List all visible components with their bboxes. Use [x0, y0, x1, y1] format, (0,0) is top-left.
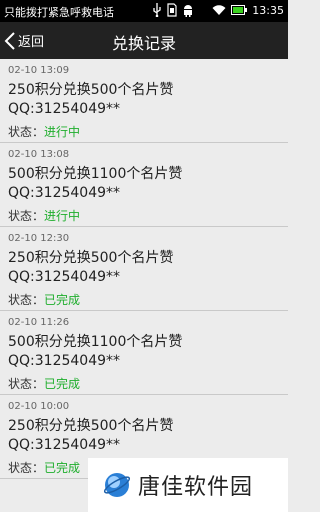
record-qq: QQ:31254049**: [8, 269, 121, 285]
status-label: 状态：: [8, 209, 45, 223]
record-name: 250积分兑换500个名片赞: [8, 418, 174, 434]
record-time: 02-10 12:30: [8, 233, 70, 244]
sim-icon: [167, 3, 177, 17]
status-value: 已完成: [44, 293, 81, 307]
status-label: 状态：: [8, 461, 45, 475]
status-icons: 13:35: [152, 3, 284, 17]
record-status: 状态：进行中: [8, 123, 80, 140]
record-qq: QQ:31254049**: [8, 353, 121, 369]
wifi-icon: [212, 5, 226, 15]
list-item[interactable]: 02-10 13:08 500积分兑换1100个名片赞 QQ:31254049*…: [0, 143, 288, 227]
record-status: 状态：已完成: [8, 291, 80, 308]
record-qq: QQ:31254049**: [8, 101, 121, 117]
page-title: 兑换记录: [111, 34, 176, 53]
site-logo-icon: [103, 473, 131, 497]
status-value: 进行中: [44, 209, 81, 223]
status-value: 已完成: [44, 377, 81, 391]
watermark: 唐佳软件园: [88, 458, 288, 512]
carrier-text: 只能拨打紧急呼救电话: [4, 6, 114, 19]
record-time: 02-10 10:00: [8, 401, 70, 412]
status-value: 进行中: [44, 125, 81, 139]
list-item[interactable]: 02-10 11:26 500积分兑换1100个名片赞 QQ:31254049*…: [0, 311, 288, 395]
record-name: 500积分兑换1100个名片赞: [8, 166, 183, 182]
watermark-text: 唐佳软件园: [138, 475, 254, 500]
record-name: 500积分兑换1100个名片赞: [8, 334, 183, 350]
usb-icon: [153, 3, 161, 17]
record-qq: QQ:31254049**: [8, 185, 121, 201]
record-list: 02-10 13:09 250积分兑换500个名片赞 QQ:31254049**…: [0, 59, 288, 479]
status-label: 状态：: [8, 293, 45, 307]
record-status: 状态：进行中: [8, 207, 80, 224]
record-name: 250积分兑换500个名片赞: [8, 250, 174, 266]
status-bar: 只能拨打紧急呼救电话 13:35: [0, 0, 288, 22]
record-name: 250积分兑换500个名片赞: [8, 82, 174, 98]
battery-icon: [231, 5, 248, 15]
clock: 13:35: [252, 3, 284, 17]
record-qq: QQ:31254049**: [8, 437, 121, 453]
record-time: 02-10 13:09: [8, 65, 70, 76]
status-label: 状态：: [8, 125, 45, 139]
android-icon: [184, 4, 193, 17]
record-time: 02-10 11:26: [8, 317, 70, 328]
record-status: 状态：已完成: [8, 375, 80, 392]
list-item[interactable]: 02-10 13:09 250积分兑换500个名片赞 QQ:31254049**…: [0, 59, 288, 143]
status-label: 状态：: [8, 377, 45, 391]
record-status: 状态：已完成: [8, 459, 80, 476]
title-bar: 返回 兑换记录: [0, 22, 288, 59]
record-time: 02-10 13:08: [8, 149, 70, 160]
status-value: 已完成: [44, 461, 81, 475]
list-item[interactable]: 02-10 12:30 250积分兑换500个名片赞 QQ:31254049**…: [0, 227, 288, 311]
